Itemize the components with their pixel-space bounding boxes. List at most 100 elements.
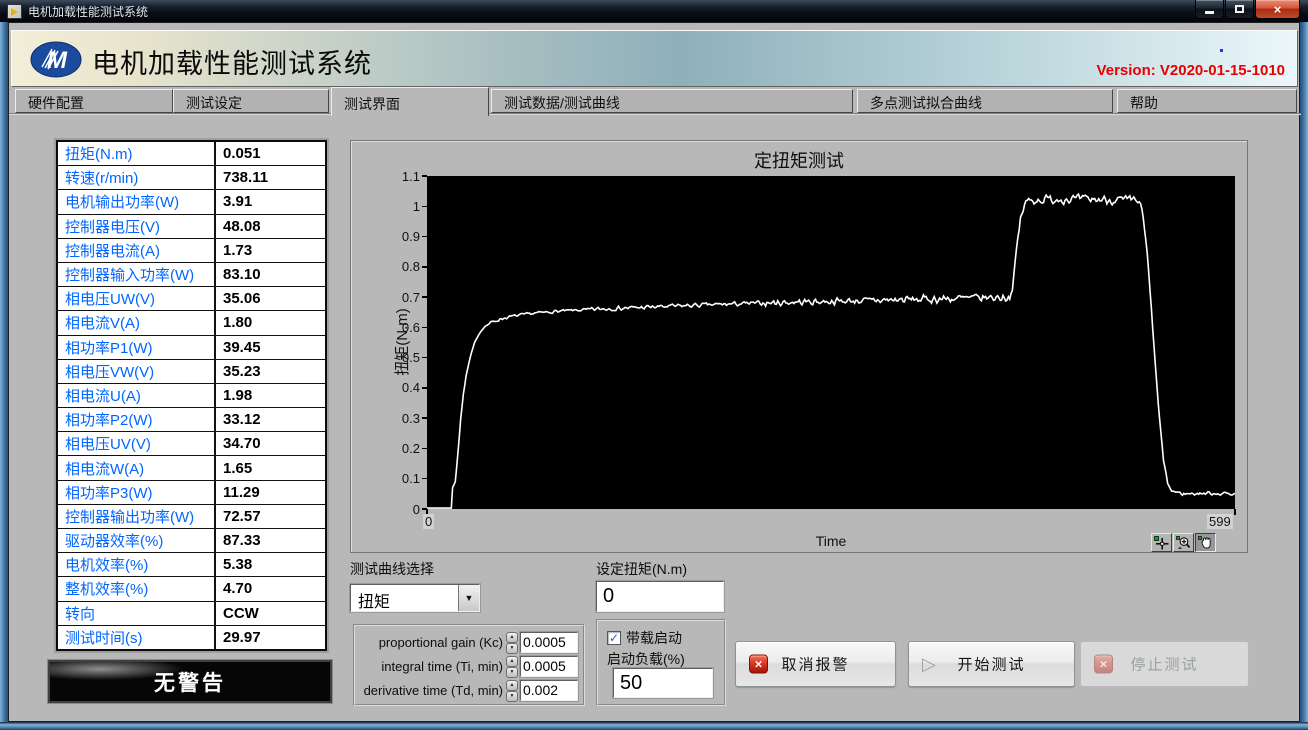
pid-row: derivative time (Td, min)▲▼	[355, 678, 583, 702]
param-label: 控制器电压(V)	[58, 215, 216, 238]
x-axis-label: Time	[427, 533, 1235, 549]
param-label: 控制器输入功率(W)	[58, 263, 216, 286]
table-row: 控制器电压(V)48.08	[58, 215, 325, 239]
torque-curve	[427, 194, 1235, 508]
param-label: 转向	[58, 602, 216, 625]
y-tick: 0	[375, 501, 427, 517]
param-label: 相功率P2(W)	[58, 408, 216, 431]
chart-plot[interactable]	[427, 176, 1235, 509]
minimize-button[interactable]	[1195, 0, 1224, 19]
zoom-tool-icon[interactable]	[1173, 533, 1194, 552]
param-label: 电机输出功率(W)	[58, 190, 216, 213]
load-start-checkbox[interactable]: ✓	[607, 631, 621, 645]
page-title: 电机加载性能测试系统	[92, 42, 372, 81]
table-row: 转向CCW	[58, 602, 325, 626]
app-header: M 电机加载性能测试系统 Version: V2020-01-15-1010	[11, 30, 1298, 87]
spinner-down-icon[interactable]: ▼	[506, 691, 518, 702]
pid-spinner[interactable]: ▲▼	[506, 632, 518, 653]
param-value: 5.38	[216, 553, 325, 576]
tab-test-settings[interactable]: 测试设定	[173, 89, 329, 113]
y-tick: 0.2	[375, 440, 427, 456]
x-tick-mark-end	[1234, 509, 1236, 515]
torque-setpoint-label: 设定扭矩(N.m)	[596, 559, 687, 579]
load-start-checkbox-label: 带载启动	[626, 628, 682, 648]
param-value: 3.91	[216, 190, 325, 213]
param-label: 电机效率(%)	[58, 553, 216, 576]
param-value: 48.08	[216, 215, 325, 238]
spinner-up-icon[interactable]: ▲	[506, 656, 518, 667]
graph-palette	[1151, 533, 1216, 552]
stop-test-button[interactable]: × 停止测试	[1080, 641, 1249, 687]
chart-panel: 定扭矩测试 扭矩(N.m) 1.110.90.80.70.60.50.40.30…	[350, 140, 1248, 553]
version-text: Version: V2020-01-15-1010	[1097, 62, 1285, 79]
tab-test-data-curves[interactable]: 测试数据/测试曲线	[491, 89, 853, 113]
torque-setpoint-input[interactable]	[596, 581, 724, 612]
spinner-up-icon[interactable]: ▲	[506, 632, 518, 643]
maximize-button[interactable]	[1225, 0, 1254, 19]
cancel-alarm-button[interactable]: × 取消报警	[735, 641, 896, 687]
table-row: 扭矩(N.m)0.051	[58, 142, 325, 166]
app-icon	[7, 4, 22, 19]
table-row: 相电压VW(V)35.23	[58, 360, 325, 384]
pid-label: proportional gain (Kc)	[355, 635, 503, 650]
curve-select-dropdown[interactable]: 扭矩 ▼	[350, 584, 480, 612]
start-test-button[interactable]: ▷ 开始测试	[908, 641, 1075, 687]
param-value: 0.051	[216, 142, 325, 165]
close-icon: ×	[1274, 3, 1282, 16]
minimize-icon	[1205, 11, 1214, 14]
param-label: 相电压VW(V)	[58, 360, 216, 383]
pid-row: integral time (Ti, min)▲▼	[355, 654, 583, 678]
window-border-left	[0, 22, 8, 722]
table-row: 驱动器效率(%)87.33	[58, 529, 325, 553]
y-tick: 0.9	[375, 229, 427, 245]
spinner-up-icon[interactable]: ▲	[506, 680, 518, 691]
table-row: 相电流V(A)1.80	[58, 311, 325, 335]
window-border-right	[1300, 22, 1308, 722]
param-label: 扭矩(N.m)	[58, 142, 216, 165]
param-label: 测试时间(s)	[58, 626, 216, 649]
param-value: 35.23	[216, 360, 325, 383]
param-label: 相电压UV(V)	[58, 432, 216, 455]
pid-spinner[interactable]: ▲▼	[506, 680, 518, 701]
close-button[interactable]: ×	[1255, 0, 1300, 19]
pan-tool-icon[interactable]	[1195, 533, 1216, 552]
param-label: 相功率P3(W)	[58, 481, 216, 504]
pid-input-1[interactable]	[520, 656, 578, 677]
tab-help[interactable]: 帮助	[1117, 89, 1297, 113]
curve-select-value: 扭矩	[351, 585, 458, 611]
pid-input-2[interactable]	[520, 680, 578, 701]
load-start-cluster: ✓ 带载启动 启动负载(%)	[596, 619, 726, 706]
tab-strip: 硬件配置测试设定测试界面测试数据/测试曲线多点测试拟合曲线帮助	[9, 87, 1301, 114]
pid-label: integral time (Ti, min)	[355, 659, 503, 674]
spinner-down-icon[interactable]: ▼	[506, 643, 518, 654]
table-row: 相电流W(A)1.65	[58, 456, 325, 480]
param-value: 1.98	[216, 384, 325, 407]
tabstrip-divider	[9, 113, 1301, 115]
tab-hardware-config[interactable]: 硬件配置	[15, 89, 173, 113]
table-row: 控制器输入功率(W)83.10	[58, 263, 325, 287]
chevron-down-icon[interactable]: ▼	[458, 585, 479, 611]
param-label: 相电流W(A)	[58, 456, 216, 479]
pid-cluster: proportional gain (Kc)▲▼integral time (T…	[353, 624, 585, 706]
cursor-tool-icon[interactable]	[1151, 533, 1172, 552]
start-load-input[interactable]	[613, 668, 713, 698]
table-row: 相功率P3(W)11.29	[58, 481, 325, 505]
app-window: 电机加载性能测试系统 × M 电机加载性能测试系统 Version: V2020…	[0, 0, 1308, 730]
table-row: 控制器电流(A)1.73	[58, 239, 325, 263]
spinner-down-icon[interactable]: ▼	[506, 667, 518, 678]
param-value: 87.33	[216, 529, 325, 552]
table-row: 整机效率(%)4.70	[58, 577, 325, 601]
title-bar: 电机加载性能测试系统 ×	[0, 0, 1308, 22]
param-label: 控制器电流(A)	[58, 239, 216, 262]
y-tick: 1	[375, 198, 427, 214]
decoration-dot	[1220, 49, 1223, 52]
tab-test-interface[interactable]: 测试界面	[331, 87, 489, 116]
param-value: 1.73	[216, 239, 325, 262]
param-value: 1.80	[216, 311, 325, 334]
tab-multipoint-fit-curve[interactable]: 多点测试拟合曲线	[857, 89, 1113, 113]
param-label: 相电流V(A)	[58, 311, 216, 334]
pid-input-0[interactable]	[520, 632, 578, 653]
pid-spinner[interactable]: ▲▼	[506, 656, 518, 677]
curve-select-label: 测试曲线选择	[350, 559, 434, 579]
y-tick: 0.7	[375, 289, 427, 305]
